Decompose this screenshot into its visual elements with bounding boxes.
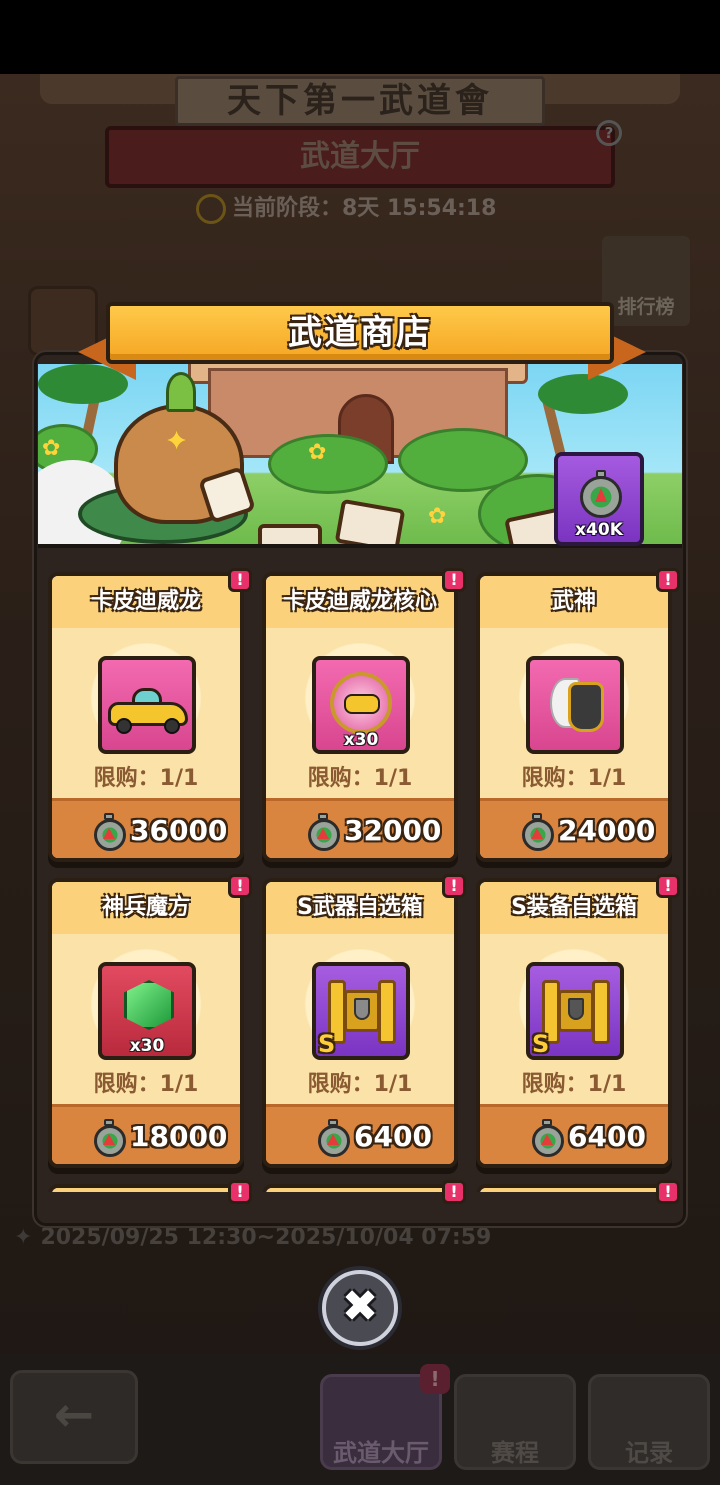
grade-label: S (532, 1030, 550, 1058)
dice-tile (334, 498, 406, 544)
phase-text: 当前阶段：8天 15:54:18 (232, 196, 497, 221)
shop-item-card[interactable]: 武神 限购：1/1 24000 (476, 572, 672, 862)
purchase-limit: 限购：1/1 (307, 766, 413, 791)
swap-icon[interactable] (28, 286, 98, 356)
tab-records[interactable]: 记录 (588, 1374, 710, 1470)
price-bar: 6400 (266, 1104, 454, 1164)
shop-item-card[interactable]: S装备自选箱 S 限购：1/1 6400 (476, 878, 672, 1168)
item-price: 18000 (130, 1120, 228, 1153)
item-price: 32000 (344, 814, 442, 847)
tournament-signboard: 天下第一武道會 (175, 76, 545, 126)
item-quantity: x30 (343, 730, 379, 750)
hall-title-banner: 武道大厅 (105, 126, 615, 188)
shop-item-card[interactable] (476, 1184, 672, 1192)
tab-hall-badge: ! (420, 1364, 450, 1394)
new-badge: ! (442, 568, 466, 592)
grade-label: S (318, 1030, 336, 1058)
new-badge: ! (656, 874, 680, 898)
help-icon[interactable]: ? (596, 120, 622, 146)
new-badge: ! (442, 874, 466, 898)
knight-helmet-icon (526, 656, 624, 754)
dice-tile (258, 524, 322, 544)
item-name: 神兵魔方 (52, 882, 240, 934)
new-badge: ! (228, 568, 252, 592)
tab-schedule-label: 赛程 (491, 1439, 539, 1467)
palm-leaf (38, 364, 128, 404)
item-name: 武神 (480, 576, 668, 628)
phase-countdown: 当前阶段：8天 15:54:18 (196, 192, 536, 226)
close-icon: ✖ (341, 1281, 379, 1332)
flower-icon: ✿ (428, 504, 447, 529)
shop-title: 武道商店 (106, 302, 614, 364)
star-mark-icon: ✦ (164, 424, 190, 459)
item-price: 36000 (130, 814, 228, 847)
stopwatch-icon (520, 813, 554, 851)
stopwatch-icon (530, 1119, 564, 1157)
purchase-limit: 限购：1/1 (307, 1072, 413, 1097)
stopwatch-icon (578, 470, 624, 520)
new-badge: ! (228, 874, 252, 898)
tab-records-label: 记录 (625, 1439, 673, 1467)
sparkle-icon: ✦ (14, 1225, 33, 1250)
new-badge: ! (228, 1180, 252, 1204)
bush (268, 434, 388, 494)
stopwatch-icon (92, 813, 126, 851)
weapon-chest-icon: S (312, 962, 410, 1060)
currency-balance[interactable]: x40K (554, 452, 644, 546)
new-badge: ! (656, 1180, 680, 1204)
back-arrow-icon: ← (53, 1387, 95, 1443)
stopwatch-icon (306, 813, 340, 851)
price-bar: 18000 (52, 1104, 240, 1164)
price-bar: 32000 (266, 798, 454, 858)
item-name: 卡皮迪威龙 (52, 576, 240, 628)
item-name: S装备自选箱 (480, 882, 668, 934)
clock-icon (196, 194, 226, 224)
item-price: 6400 (568, 1120, 646, 1153)
green-gem-icon: x30 (98, 962, 196, 1060)
item-name: S武器自选箱 (266, 882, 454, 934)
close-button[interactable]: ✖ (322, 1270, 398, 1346)
shop-item-card[interactable]: 神兵魔方 x30 限购：1/1 18000 (48, 878, 244, 1168)
stopwatch-icon (92, 1119, 126, 1157)
price-bar: 24000 (480, 798, 668, 858)
event-dates: ✦ 2025/09/25 12:30~2025/10/04 07:59 (14, 1222, 614, 1254)
item-price: 24000 (558, 814, 656, 847)
new-badge: ! (656, 568, 680, 592)
item-name: 卡皮迪威龙核心 (266, 576, 454, 628)
new-badge: ! (442, 1180, 466, 1204)
price-bar: 6400 (480, 1104, 668, 1164)
purchase-limit: 限购：1/1 (93, 766, 199, 791)
tab-schedule[interactable]: 赛程 (454, 1374, 576, 1470)
armor-chest-icon: S (526, 962, 624, 1060)
item-quantity: x30 (129, 1036, 165, 1056)
car-core-icon: x30 (312, 656, 410, 754)
ranking-button[interactable]: 排行榜 (602, 236, 690, 326)
shop-item-card[interactable]: 卡皮迪威龙核心 x30 限购：1/1 32000 (262, 572, 458, 862)
shop-item-card[interactable]: S武器自选箱 S 限购：1/1 6400 (262, 878, 458, 1168)
item-price: 6400 (354, 1120, 432, 1153)
ranking-label: 排行榜 (617, 296, 675, 318)
currency-amount: x40K (575, 520, 623, 540)
price-bar: 36000 (52, 798, 240, 858)
purchase-limit: 限购：1/1 (521, 766, 627, 791)
shop-item-card[interactable] (48, 1184, 244, 1192)
back-button[interactable]: ← (10, 1370, 138, 1464)
flower-icon: ✿ (42, 436, 61, 461)
event-dates-text: 2025/09/25 12:30~2025/10/04 07:59 (40, 1225, 492, 1250)
shop-item-card[interactable]: 卡皮迪威龙 限购：1/1 36000 (48, 572, 244, 862)
stopwatch-icon (316, 1119, 350, 1157)
purchase-limit: 限购：1/1 (521, 1072, 627, 1097)
tab-hall-label: 武道大厅 (333, 1439, 429, 1467)
shop-item-card[interactable] (262, 1184, 458, 1192)
mascot-sprout (166, 372, 196, 412)
palm-leaf (538, 374, 628, 414)
purchase-limit: 限购：1/1 (93, 1072, 199, 1097)
shop-item-grid: 卡皮迪威龙 限购：1/1 36000 卡皮迪威龙核心 x30 限购：1/1 32… (48, 572, 674, 1192)
flower-icon: ✿ (308, 440, 327, 465)
car-icon (98, 656, 196, 754)
